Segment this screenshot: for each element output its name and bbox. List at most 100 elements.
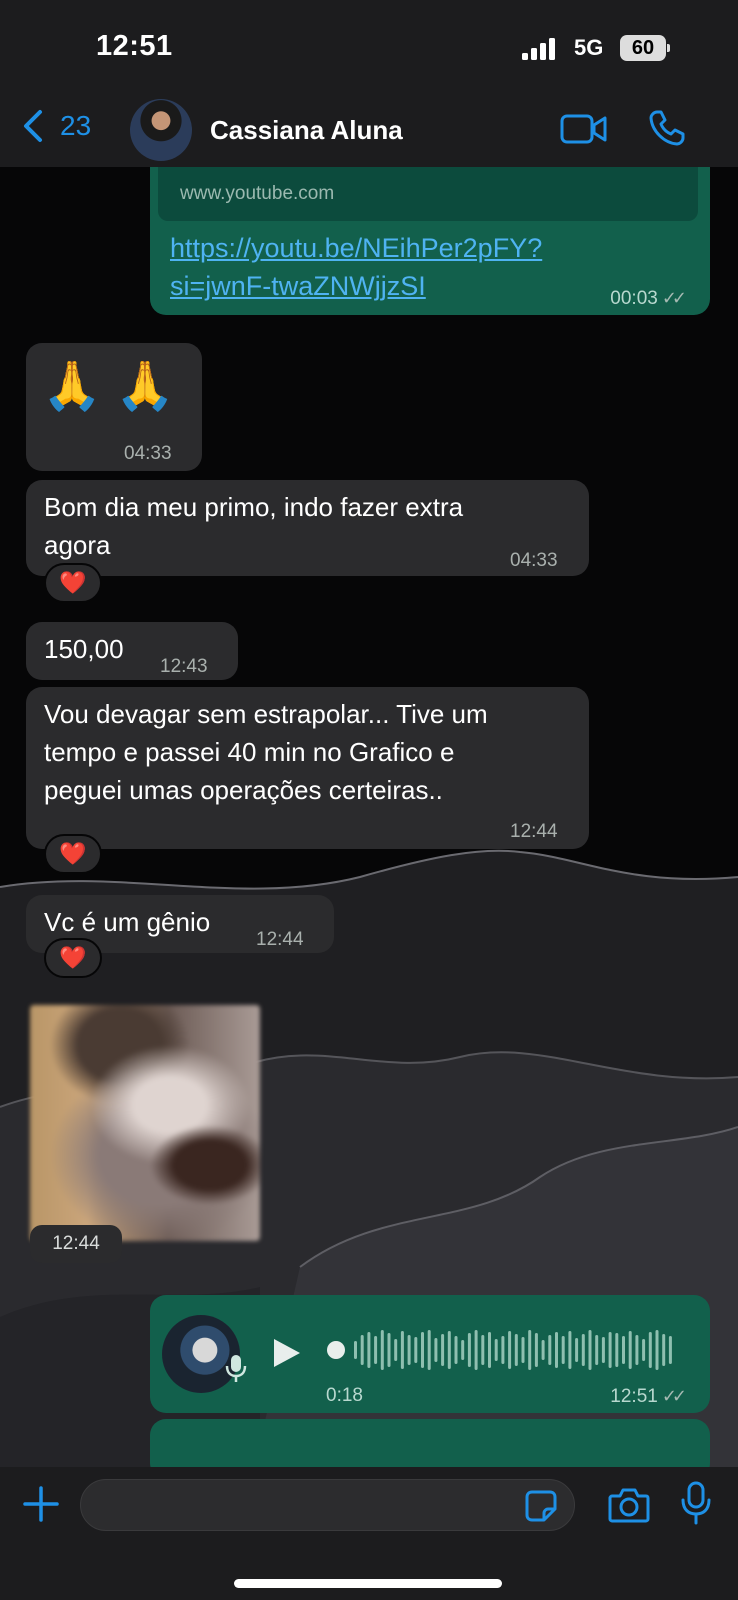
message-time: 12:51 ✓✓ [610, 1377, 687, 1416]
message-text: Vou devagar sem estrapolar... Tive um [44, 699, 488, 729]
waveform-bar [588, 1330, 592, 1370]
waveform-bar [467, 1333, 471, 1367]
heart-icon: ❤️ [59, 570, 87, 595]
waveform-bar [454, 1336, 458, 1364]
message-media-image[interactable] [30, 1005, 260, 1241]
waveform-bar [568, 1331, 572, 1369]
message-time: 12:43 [160, 656, 208, 677]
message-devagar[interactable]: Vou devagar sem estrapolar... Tive um te… [26, 687, 589, 849]
waveform-bar [548, 1335, 552, 1365]
battery-icon: 60 [620, 35, 670, 61]
waveform-bar [394, 1339, 398, 1361]
microphone-icon[interactable] [680, 1481, 712, 1525]
video-call-icon[interactable] [560, 111, 608, 147]
waveform-bar [494, 1339, 498, 1361]
composer-bar [0, 1467, 738, 1600]
read-ticks-icon: ✓✓ [661, 288, 687, 308]
message-partial[interactable] [150, 1419, 710, 1467]
waveform-bar [434, 1338, 438, 1362]
message-text: Vc é um gênio [44, 907, 211, 937]
home-indicator [234, 1579, 502, 1588]
chat-header: 23 Cassiana Aluna [0, 95, 738, 167]
message-bom-dia[interactable]: Bom dia meu primo, indo fazer extra agor… [26, 480, 589, 576]
waveform-bar [481, 1335, 485, 1365]
message-link-url-line1[interactable]: https://youtu.be/NEihPer2pFY? [170, 229, 542, 267]
message-voice[interactable]: 0:18 12:51 ✓✓ [150, 1295, 710, 1413]
waveform-bar [427, 1330, 431, 1370]
link-preview[interactable]: ENVIE ESSA ORAÇÃO PARA SEUS CONTATOS! E.… [158, 167, 698, 221]
message-time: 04:33 [124, 443, 172, 464]
waveform-bar [514, 1334, 518, 1366]
reaction-heart[interactable]: ❤️ [44, 563, 102, 603]
read-ticks-icon: ✓✓ [661, 1386, 687, 1406]
plus-icon[interactable] [22, 1485, 60, 1523]
chat-area[interactable]: ENVIE ESSA ORAÇÃO PARA SEUS CONTATOS! E.… [0, 167, 738, 1467]
battery-level: 60 [631, 37, 655, 59]
reaction-heart[interactable]: ❤️ [44, 834, 102, 874]
waveform-bar [528, 1330, 532, 1370]
waveform-bar [642, 1339, 646, 1361]
waveform-bar [387, 1333, 391, 1367]
waveform-bar [555, 1332, 558, 1368]
waveform-bar [635, 1335, 639, 1365]
voice-waveform[interactable] [326, 1327, 676, 1373]
status-time: 12:51 [96, 30, 173, 62]
heart-icon: ❤️ [59, 841, 87, 866]
waveform-bar [534, 1333, 538, 1367]
message-text: 150,00 [44, 634, 124, 664]
network-type: 5G [574, 35, 604, 60]
message-text: agora [44, 530, 111, 560]
waveform-bar [668, 1336, 672, 1364]
mic-icon [225, 1355, 247, 1382]
waveform-bar [488, 1332, 491, 1368]
contact-avatar[interactable] [130, 99, 192, 161]
voice-progress-dot [327, 1341, 345, 1359]
emoji-text: 🙏 🙏 [42, 360, 175, 413]
signal-icon [522, 38, 555, 60]
contact-name[interactable]: Cassiana Aluna [210, 115, 403, 146]
waveform-bar [581, 1334, 585, 1366]
waveform-bar [648, 1332, 652, 1368]
message-time: 12:44 [510, 821, 558, 842]
message-time: 12:44 [30, 1225, 122, 1263]
unread-count: 23 [60, 110, 92, 141]
voice-duration: 0:18 [326, 1385, 363, 1406]
waveform-bar [622, 1336, 625, 1364]
message-link-url-line2[interactable]: si=jwnF-twaZNWjjzSI [170, 267, 426, 305]
phone-call-icon[interactable] [648, 109, 686, 147]
waveform-bar [407, 1335, 411, 1365]
waveform-bar [367, 1332, 371, 1368]
waveform-bar [400, 1331, 404, 1369]
message-input[interactable] [80, 1479, 575, 1531]
chevron-left-icon [24, 110, 42, 142]
message-link[interactable]: ENVIE ESSA ORAÇÃO PARA SEUS CONTATOS! E.… [150, 167, 710, 315]
waveform-bar [595, 1335, 599, 1365]
message-text: peguei umas operações certeiras.. [44, 775, 443, 805]
waveform-bar [628, 1331, 632, 1369]
waveform-bar [380, 1330, 384, 1370]
waveform-bar [615, 1333, 619, 1367]
message-text: tempo e passei 40 min no Grafico e [44, 737, 455, 767]
status-bar: 12:51 5G 60 [0, 0, 738, 95]
waveform-bar [508, 1331, 512, 1369]
reaction-heart[interactable]: ❤️ [44, 938, 102, 978]
waveform-bar [662, 1334, 666, 1366]
waveform-bar [447, 1331, 451, 1369]
camera-icon[interactable] [608, 1485, 650, 1525]
waveform-bar [601, 1337, 605, 1363]
waveform-bar [474, 1330, 478, 1370]
waveform-bar [421, 1332, 424, 1368]
waveform-bar [655, 1330, 659, 1370]
waveform-bar [441, 1334, 445, 1366]
message-emoji[interactable]: 🙏 🙏 04:33 [26, 343, 202, 471]
waveform-bar [561, 1336, 565, 1364]
waveform-bar [501, 1336, 505, 1364]
sticker-icon[interactable] [524, 1489, 558, 1523]
waveform-bar [541, 1340, 545, 1360]
waveform-bar [608, 1332, 612, 1368]
play-icon[interactable] [272, 1337, 302, 1369]
message-valor[interactable]: 150,00 12:43 [26, 622, 238, 680]
heart-icon: ❤️ [59, 945, 87, 970]
waveform-bar [414, 1337, 418, 1363]
back-button[interactable]: 23 [20, 109, 91, 143]
